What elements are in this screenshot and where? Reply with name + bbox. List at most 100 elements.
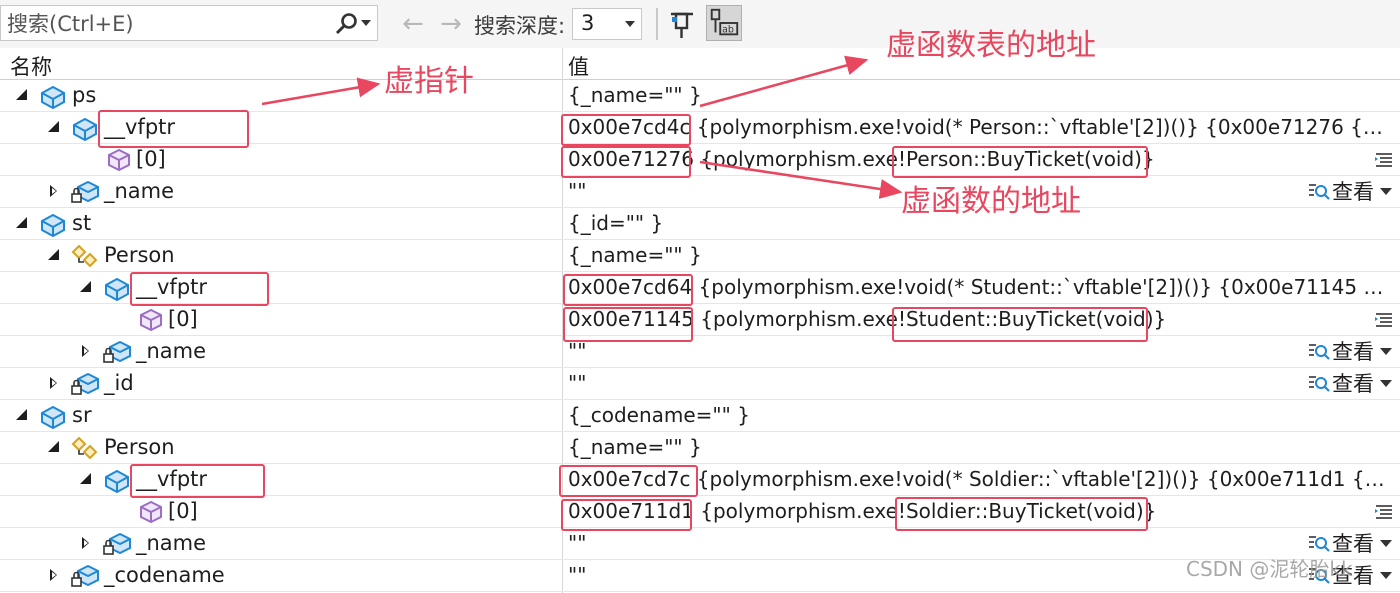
- view-label: 查看: [1332, 340, 1374, 364]
- chevron-down-icon: [1380, 539, 1392, 547]
- table-row[interactable]: _name "" 查看: [0, 176, 1400, 208]
- column-header: 名称 值: [0, 48, 1400, 80]
- base-class-icon: [71, 244, 98, 268]
- row-value[interactable]: 0x00e711d1 {polymorphism.exe!Soldier::Bu…: [568, 499, 1390, 523]
- chevron-down-icon: [625, 21, 635, 27]
- row-name: _id: [104, 371, 134, 395]
- pin-icon[interactable]: [668, 8, 696, 40]
- table-row[interactable]: ps {_name="" }: [0, 80, 1400, 112]
- expanded-icon[interactable]: [16, 409, 27, 420]
- search-icon[interactable]: [332, 12, 360, 36]
- collapsed-icon[interactable]: [82, 537, 94, 549]
- expanded-icon[interactable]: [48, 441, 59, 452]
- search-depth-label: 搜索深度:: [474, 14, 566, 38]
- collapsed-icon[interactable]: [50, 377, 62, 389]
- private-field-icon: [71, 564, 99, 587]
- row-value[interactable]: 0x00e7cd7c {polymorphism.exe!void(* Sold…: [568, 467, 1390, 491]
- table-row[interactable]: Person {_name="" }: [0, 432, 1400, 464]
- view-label: 查看: [1332, 180, 1374, 204]
- collapsed-icon[interactable]: [50, 185, 62, 197]
- watermark: CSDN @泥轮胎kk: [1186, 557, 1353, 581]
- row-value[interactable]: {_name="" }: [568, 83, 1390, 107]
- text-visualizer-icon[interactable]: [1374, 502, 1394, 522]
- column-value-header[interactable]: 值: [568, 51, 589, 81]
- collapsed-icon[interactable]: [82, 345, 94, 357]
- expanded-icon[interactable]: [80, 473, 91, 484]
- row-value[interactable]: {_codename="" }: [568, 403, 1390, 427]
- search-depth-select[interactable]: 3: [572, 8, 642, 40]
- object-icon: [41, 213, 65, 237]
- search-depth-value: 3: [581, 11, 595, 35]
- row-name: _codename: [104, 563, 225, 587]
- row-value[interactable]: "": [568, 531, 1390, 555]
- chevron-down-icon: [1380, 347, 1392, 355]
- row-value[interactable]: "": [568, 339, 1390, 363]
- row-name: Person: [104, 243, 175, 267]
- row-name: _name: [136, 531, 207, 555]
- row-name: [0]: [168, 499, 198, 523]
- table-row[interactable]: st {_id="" }: [0, 208, 1400, 240]
- search-input[interactable]: [5, 8, 329, 40]
- row-name: _name: [104, 179, 175, 203]
- annotation-vfunc-addr: 虚函数的地址: [901, 184, 1081, 219]
- array-element-icon: [140, 500, 162, 524]
- expanded-icon[interactable]: [80, 281, 91, 292]
- search-back-button[interactable]: ←: [398, 10, 428, 38]
- object-icon: [41, 85, 65, 109]
- pointer-object-icon: [105, 469, 129, 493]
- text-visualizer-icon[interactable]: [1374, 150, 1394, 170]
- search-dropdown-icon[interactable]: [361, 20, 371, 26]
- table-row[interactable]: _name "" 查看: [0, 336, 1400, 368]
- private-field-icon: [71, 372, 99, 395]
- private-field-icon: [103, 532, 131, 555]
- row-value[interactable]: {_name="" }: [568, 243, 1390, 267]
- row-name: sr: [72, 403, 92, 427]
- search-forward-button[interactable]: →: [436, 10, 466, 38]
- expanded-icon[interactable]: [48, 121, 59, 132]
- magnifier-icon: [1309, 184, 1330, 200]
- table-row[interactable]: [0] 0x00e71145 {polymorphism.exe!Student…: [0, 304, 1400, 336]
- collapsed-icon[interactable]: [50, 569, 62, 581]
- search-box[interactable]: [0, 5, 378, 41]
- row-name: __vfptr: [136, 467, 208, 491]
- view-button[interactable]: 查看: [1308, 177, 1392, 205]
- array-element-icon: [108, 148, 130, 172]
- view-button[interactable]: 查看: [1308, 337, 1392, 365]
- table-row[interactable]: sr {_codename="" }: [0, 400, 1400, 432]
- annotation-vtable-addr: 虚函数表的地址: [886, 28, 1096, 63]
- row-value[interactable]: 0x00e71145 {polymorphism.exe!Student::Bu…: [568, 307, 1390, 331]
- watch-toolbar: ← → 搜索深度: 3 ab: [0, 0, 1400, 49]
- row-value[interactable]: 0x00e7cd4c {polymorphism.exe!void(* Pers…: [568, 115, 1390, 139]
- row-value[interactable]: {_name="" }: [568, 435, 1390, 459]
- table-row[interactable]: __vfptr 0x00e7cd4c {polymorphism.exe!voi…: [0, 112, 1400, 144]
- row-name: __vfptr: [136, 275, 208, 299]
- view-button[interactable]: 查看: [1308, 369, 1392, 397]
- table-row[interactable]: [0] 0x00e711d1 {polymorphism.exe!Soldier…: [0, 496, 1400, 528]
- column-name-header[interactable]: 名称: [10, 51, 52, 81]
- row-name: [0]: [136, 147, 166, 171]
- table-row[interactable]: _id "" 查看: [0, 368, 1400, 400]
- magnifier-icon: [1309, 376, 1330, 392]
- chevron-down-icon: [1380, 187, 1392, 195]
- hex-display-icon[interactable]: ab: [706, 5, 742, 41]
- table-row[interactable]: __vfptr 0x00e7cd7c {polymorphism.exe!voi…: [0, 464, 1400, 496]
- row-value[interactable]: 0x00e7cd64 {polymorphism.exe!void(* Stud…: [568, 275, 1390, 299]
- row-value[interactable]: "": [568, 371, 1390, 395]
- private-field-icon: [103, 340, 131, 363]
- row-value[interactable]: 0x00e71276 {polymorphism.exe!Person::Buy…: [568, 147, 1390, 171]
- expanded-icon[interactable]: [48, 249, 59, 260]
- pointer-object-icon: [73, 117, 97, 141]
- array-element-icon: [140, 308, 162, 332]
- table-row[interactable]: Person {_name="" }: [0, 240, 1400, 272]
- chevron-down-icon: [1380, 571, 1392, 579]
- table-row[interactable]: [0] 0x00e71276 {polymorphism.exe!Person:…: [0, 144, 1400, 176]
- expanded-icon[interactable]: [16, 89, 27, 100]
- row-name: __vfptr: [104, 115, 176, 139]
- text-visualizer-icon[interactable]: [1374, 310, 1394, 330]
- object-icon: [41, 405, 65, 429]
- chevron-down-icon: [1380, 379, 1392, 387]
- table-row[interactable]: __vfptr 0x00e7cd64 {polymorphism.exe!voi…: [0, 272, 1400, 304]
- magnifier-icon: [1309, 536, 1330, 552]
- expanded-icon[interactable]: [16, 217, 27, 228]
- view-label: 查看: [1332, 372, 1374, 396]
